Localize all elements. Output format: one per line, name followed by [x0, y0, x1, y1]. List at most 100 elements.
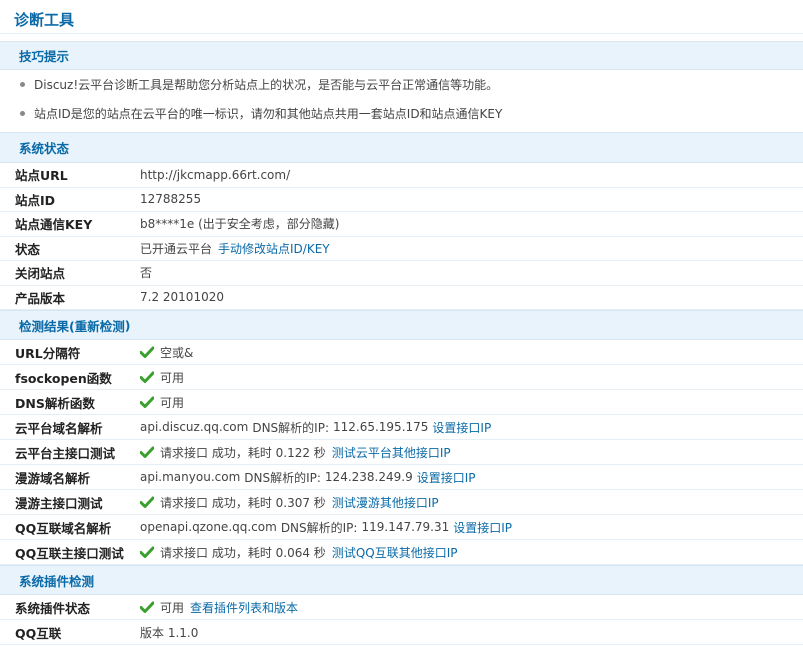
qq-test-value: 请求接口 成功，耗时 0.064 秒	[160, 545, 326, 560]
status-header: 系统状态	[0, 132, 803, 163]
status-row-site-key: 站点通信KEY b8****1e (出于安全考虑，部分隐藏)	[0, 212, 803, 237]
check-icon	[140, 346, 154, 358]
page-title: 诊断工具	[0, 0, 803, 34]
detect-row-cloud-dns: 云平台域名解析 api.discuz.qq.com DNS解析的IP: 112.…	[0, 415, 803, 440]
check-icon	[140, 546, 154, 558]
manyou-dns-ip-label: DNS解析的IP:	[244, 470, 321, 485]
status-row-state: 状态 已开通云平台 手动修改站点ID/KEY	[0, 237, 803, 261]
detect-row-dns-func: DNS解析函数 可用	[0, 390, 803, 415]
check-icon	[140, 371, 154, 383]
url-sep-value: 空或&	[160, 345, 194, 360]
cloud-dns-ip: 112.65.195.175	[332, 420, 429, 434]
qq-dns-value-cell: openapi.qzone.qq.com DNS解析的IP: 119.147.7…	[140, 519, 803, 536]
detect-row-cloud-test: 云平台主接口测试 请求接口 成功，耗时 0.122 秒 测试云平台其他接口IP	[0, 440, 803, 465]
test-qq-other-link[interactable]: 测试QQ互联其他接口IP	[332, 544, 458, 561]
row-label: fsockopen函数	[15, 370, 112, 386]
detect-header: 检测结果(重新检测)	[0, 310, 803, 340]
tip-text: 站点ID是您的站点在云平台的唯一标识，请勿和其他站点共用一套站点ID和站点通信K…	[34, 107, 503, 121]
status-row-version: 产品版本 7.2 20101020	[0, 286, 803, 310]
bullet-icon	[20, 82, 25, 87]
plugins-state-value-cell: 可用 查看插件列表和版本	[140, 599, 803, 616]
manyou-dns-ip: 124.238.249.9	[324, 470, 413, 484]
set-manyou-ip-link[interactable]: 设置接口IP	[417, 469, 476, 486]
tip-item: Discuz!云平台诊断工具是帮助您分析站点上的状况，是否能与云平台正常通信等功…	[0, 70, 803, 99]
row-label: URL分隔符	[15, 345, 81, 361]
diagnostic-page: 诊断工具 技巧提示 Discuz!云平台诊断工具是帮助您分析站点上的状况，是否能…	[0, 0, 803, 646]
qq-dns-ip: 119.147.79.31	[361, 520, 450, 534]
plugins-header-label: 系统插件检测	[19, 573, 95, 589]
state-value: 已开通云平台	[140, 241, 213, 256]
detect-row-url-sep: URL分隔符 空或&	[0, 340, 803, 365]
detect-row-manyou-dns: 漫游域名解析 api.manyou.com DNS解析的IP: 124.238.…	[0, 465, 803, 490]
site-key-value: b8****1e (出于安全考虑，部分隐藏)	[140, 217, 340, 232]
manyou-test-value-cell: 请求接口 成功，耗时 0.307 秒 测试漫游其他接口IP	[140, 494, 803, 511]
set-cloud-ip-link[interactable]: 设置接口IP	[432, 419, 491, 436]
row-label: 产品版本	[15, 290, 66, 306]
url-sep-value-cell: 空或&	[140, 344, 803, 361]
cloud-test-value-cell: 请求接口 成功，耗时 0.122 秒 测试云平台其他接口IP	[140, 444, 803, 461]
detect-row-qq-test: QQ互联主接口测试 请求接口 成功，耗时 0.064 秒 测试QQ互联其他接口I…	[0, 540, 803, 565]
row-label: 漫游域名解析	[15, 470, 91, 486]
cloud-test-value: 请求接口 成功，耗时 0.122 秒	[160, 445, 326, 460]
site-id-value: 12788255	[140, 192, 202, 207]
detect-header-prefix: 检测结果(	[19, 318, 75, 334]
check-icon	[140, 396, 154, 408]
tip-text: Discuz!云平台诊断工具是帮助您分析站点上的状况，是否能与云平台正常通信等功…	[34, 78, 499, 92]
detect-header-suffix: )	[124, 317, 131, 333]
manyou-dns-host: api.manyou.com	[140, 470, 241, 484]
site-url-value: http://jkcmapp.66rt.com/	[140, 167, 291, 182]
qqconnect-value: 版本 1.1.0	[140, 625, 199, 640]
row-label: 状态	[15, 241, 41, 257]
status-row-site-id: 站点ID 12788255	[0, 188, 803, 212]
row-label: DNS解析函数	[15, 395, 95, 411]
qq-dns-host: openapi.qzone.qq.com	[140, 520, 277, 534]
row-label: 站点URL	[15, 168, 68, 184]
cloud-dns-host: api.discuz.qq.com	[140, 420, 249, 434]
status-header-label: 系统状态	[19, 141, 70, 156]
set-qq-ip-link[interactable]: 设置接口IP	[453, 519, 512, 536]
tip-item: 站点ID是您的站点在云平台的唯一标识，请勿和其他站点共用一套站点ID和站点通信K…	[0, 99, 803, 128]
manyou-test-value: 请求接口 成功，耗时 0.307 秒	[160, 495, 326, 510]
plugins-row-state: 系统插件状态 可用 查看插件列表和版本	[0, 595, 803, 620]
row-label: 云平台主接口测试	[15, 445, 116, 461]
closed-value: 否	[140, 266, 153, 281]
manyou-dns-value-cell: api.manyou.com DNS解析的IP: 124.238.249.9 设…	[140, 469, 803, 486]
row-label: QQ互联主接口测试	[15, 545, 124, 561]
state-value-cell: 已开通云平台 手动修改站点ID/KEY	[140, 240, 803, 257]
plugins-state-value: 可用	[160, 600, 185, 615]
status-row-closed: 关闭站点 否	[0, 261, 803, 286]
row-label: 系统插件状态	[15, 600, 91, 616]
row-label: QQ互联	[15, 625, 62, 641]
detect-row-fsockopen: fsockopen函数 可用	[0, 365, 803, 390]
row-label: QQ互联域名解析	[15, 520, 112, 536]
plugins-row-qqconnect: QQ互联 版本 1.1.0	[0, 620, 803, 645]
dns-func-value-cell: 可用	[140, 394, 803, 411]
plugins-header: 系统插件检测	[0, 565, 803, 595]
test-cloud-other-link[interactable]: 测试云平台其他接口IP	[332, 444, 451, 461]
test-manyou-other-link[interactable]: 测试漫游其他接口IP	[332, 494, 439, 511]
tips-header-label: 技巧提示	[19, 49, 70, 64]
bullet-icon	[20, 111, 25, 116]
view-plugins-link[interactable]: 查看插件列表和版本	[190, 599, 298, 616]
row-label: 站点ID	[15, 192, 56, 208]
version-value: 7.2 20101020	[140, 290, 224, 305]
edit-site-key-link[interactable]: 手动修改站点ID/KEY	[218, 240, 330, 257]
row-label: 站点通信KEY	[15, 217, 93, 233]
fsockopen-value: 可用	[160, 370, 185, 385]
row-label: 云平台域名解析	[15, 420, 103, 436]
fsockopen-value-cell: 可用	[140, 369, 803, 386]
row-label: 关闭站点	[15, 266, 66, 282]
detect-row-qq-dns: QQ互联域名解析 openapi.qzone.qq.com DNS解析的IP: …	[0, 515, 803, 540]
status-row-site-url: 站点URL http://jkcmapp.66rt.com/	[0, 163, 803, 188]
cloud-dns-value-cell: api.discuz.qq.com DNS解析的IP: 112.65.195.1…	[140, 419, 803, 436]
detect-row-manyou-test: 漫游主接口测试 请求接口 成功，耗时 0.307 秒 测试漫游其他接口IP	[0, 490, 803, 515]
qq-dns-ip-label: DNS解析的IP:	[280, 520, 358, 535]
row-label: 漫游主接口测试	[15, 495, 103, 511]
check-icon	[140, 601, 154, 613]
check-icon	[140, 446, 154, 458]
cloud-dns-ip-label: DNS解析的IP:	[252, 420, 329, 435]
qq-test-value-cell: 请求接口 成功，耗时 0.064 秒 测试QQ互联其他接口IP	[140, 544, 803, 561]
dns-func-value: 可用	[160, 395, 185, 410]
redetect-link[interactable]: 重新检测	[75, 316, 125, 335]
tips-header: 技巧提示	[0, 41, 803, 70]
